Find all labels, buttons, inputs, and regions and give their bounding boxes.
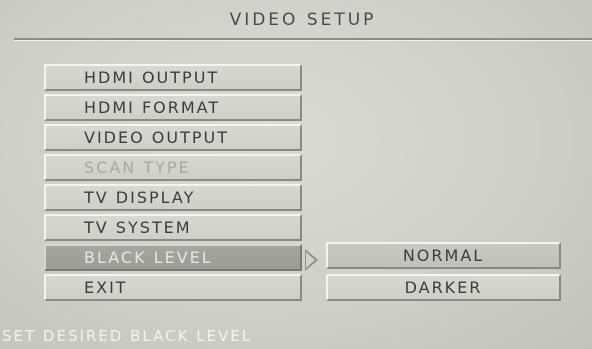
black-level-options: NORMAL DARKER — [326, 242, 561, 306]
arrow-right-icon — [305, 249, 318, 271]
menu-item-video-output[interactable]: VIDEO OUTPUT — [44, 124, 302, 151]
title-bar: VIDEO SETUP — [14, 4, 592, 40]
setup-menu: HDMI OUTPUT HDMI FORMAT VIDEO OUTPUT SCA… — [44, 64, 302, 304]
menu-item-tv-system[interactable]: TV SYSTEM — [44, 214, 302, 241]
menu-item-exit[interactable]: EXIT — [44, 274, 302, 301]
menu-item-black-level[interactable]: BLACK LEVEL — [44, 244, 302, 271]
menu-item-hdmi-output[interactable]: HDMI OUTPUT — [44, 64, 302, 91]
status-help-text: SET DESIRED BLACK LEVEL — [2, 327, 253, 345]
page-title: VIDEO SETUP — [229, 10, 377, 30]
menu-item-tv-display[interactable]: TV DISPLAY — [44, 184, 302, 211]
menu-item-scan-type: SCAN TYPE — [44, 154, 302, 181]
video-setup-screen: VIDEO SETUP HDMI OUTPUT HDMI FORMAT VIDE… — [0, 0, 592, 349]
menu-item-hdmi-format[interactable]: HDMI FORMAT — [44, 94, 302, 121]
option-darker[interactable]: DARKER — [326, 274, 561, 301]
option-normal[interactable]: NORMAL — [326, 242, 561, 269]
